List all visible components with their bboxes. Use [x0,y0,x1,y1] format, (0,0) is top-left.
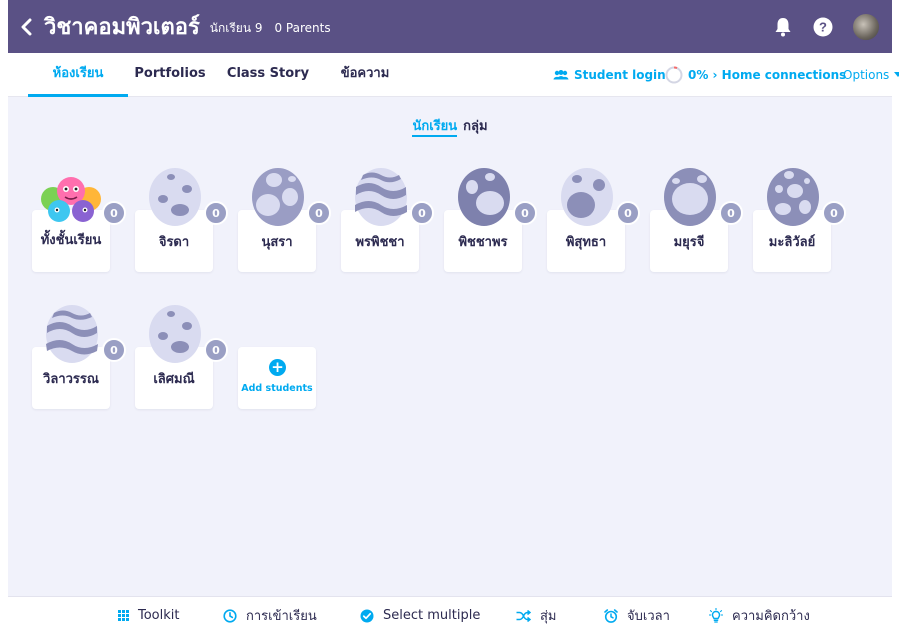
egg-avatar-icon [46,305,98,363]
svg-text:?: ? [819,19,827,34]
tab-class-story[interactable]: Class Story [220,53,316,97]
plus-icon: + [269,359,286,376]
tab-classroom[interactable]: ห้องเรียน [28,53,128,97]
egg-avatar-icon [149,305,201,363]
help-icon: ? [813,17,833,36]
points-badge: 0 [204,338,228,362]
points-badge: 0 [822,201,846,225]
class-tabs: ห้องเรียน Portfolios Class Story ข้อความ… [8,53,899,97]
points-badge: 0 [719,201,743,225]
parents-count[interactable]: 0 Parents [274,21,330,35]
student-name: พิชชาพร [458,235,508,250]
view-groups-toggle[interactable]: กลุ่ม [463,119,487,134]
add-students-button[interactable]: + Add students [238,347,316,409]
student-name: จิรดา [158,235,190,250]
grid-dots-icon [118,610,129,621]
student-name: นุสรา [261,235,293,250]
egg-avatar-icon [561,168,613,226]
points-badge: 0 [307,201,331,225]
student-login-label: Student login [574,68,666,82]
attendance-label: การเข้าเรียน [246,609,317,624]
egg-avatar-icon [355,168,407,226]
student-grid-area: นักเรียน กลุ่ม ทั้งชั้นเรียน 0 จิรดา 0 น… [8,97,892,596]
points-badge: 0 [513,201,537,225]
student-name: วิลาวรรณ [43,372,99,387]
whole-class-label: ทั้งชั้นเรียน [40,233,102,248]
student-name: พรพิชชา [355,235,405,250]
class-title[interactable]: วิชาคอมพิวเตอร์ [44,9,200,44]
big-ideas-button[interactable]: ความคิดกว้าง [709,597,810,634]
student-name: มะลิวัลย์ [768,235,816,250]
tab-portfolios[interactable]: Portfolios [128,53,212,97]
egg-avatar-icon [664,168,716,226]
big-ideas-label: ความคิดกว้าง [732,609,810,624]
attendance-button[interactable]: การเข้าเรียน [223,597,317,634]
egg-avatar-icon [458,168,510,226]
random-label: สุ่ม [540,609,557,624]
shuffle-icon [516,609,531,622]
student-name: เลิศมณี [153,372,195,387]
check-icon [360,609,374,623]
points-badge: 0 [616,201,640,225]
header-actions: ? [772,12,880,41]
window-edge-left [0,0,8,633]
view-students-toggle[interactable]: นักเรียน [412,119,458,137]
select-multiple-button[interactable]: Select multiple [360,597,480,634]
timer-label: จับเวลา [627,609,670,624]
clock-icon [223,608,237,623]
add-students-label: Add students [241,383,313,394]
egg-avatar-icon [149,168,201,226]
tab-messages[interactable]: ข้อความ [330,53,400,97]
student-count: นักเรียน 9 [209,20,263,35]
user-avatar[interactable] [852,12,880,41]
egg-avatar-icon [252,168,304,226]
bell-icon [775,17,791,36]
app-window: วิชาคอมพิวเตอร์ นักเรียน 9 0 Parents ? ห… [0,0,899,633]
timer-button[interactable]: จับเวลา [604,597,670,634]
options-label: Options [843,68,890,82]
student-name: มยุรจี [673,235,705,250]
toolkit-label: Toolkit [138,608,180,623]
lightbulb-icon [709,608,723,623]
points-badge: 0 [102,338,126,362]
options-menu[interactable]: Options [843,53,899,97]
home-connections-label: 0% › Home connections [688,68,847,82]
student-login-link[interactable]: Student login [553,53,666,97]
class-header: วิชาคอมพิวเตอร์ นักเรียน 9 0 Parents ? [8,0,892,53]
help-button[interactable]: ? [812,16,834,38]
points-badge: 0 [204,201,228,225]
class-monsters-icon [41,177,101,222]
random-button[interactable]: สุ่ม [516,597,557,634]
view-toggle: นักเรียน กลุ่ม [8,115,892,137]
select-multiple-label: Select multiple [383,608,481,623]
points-badge: 0 [102,201,126,225]
caret-down-icon [894,72,899,77]
notifications-button[interactable] [772,16,794,38]
alarm-clock-icon [604,608,618,623]
back-button[interactable] [12,7,42,47]
bottom-toolbar: Toolkit การเข้าเรียน Select multiple สุ่… [8,596,892,633]
student-name: พิสุทธา [565,235,607,250]
students-icon [553,70,569,80]
egg-avatar-icon [767,168,819,226]
toolkit-button[interactable]: Toolkit [118,597,180,634]
chevron-left-icon [21,18,32,35]
points-badge: 0 [410,201,434,225]
progress-ring-icon [665,66,683,84]
home-connections-link[interactable]: 0% › Home connections [665,53,846,97]
